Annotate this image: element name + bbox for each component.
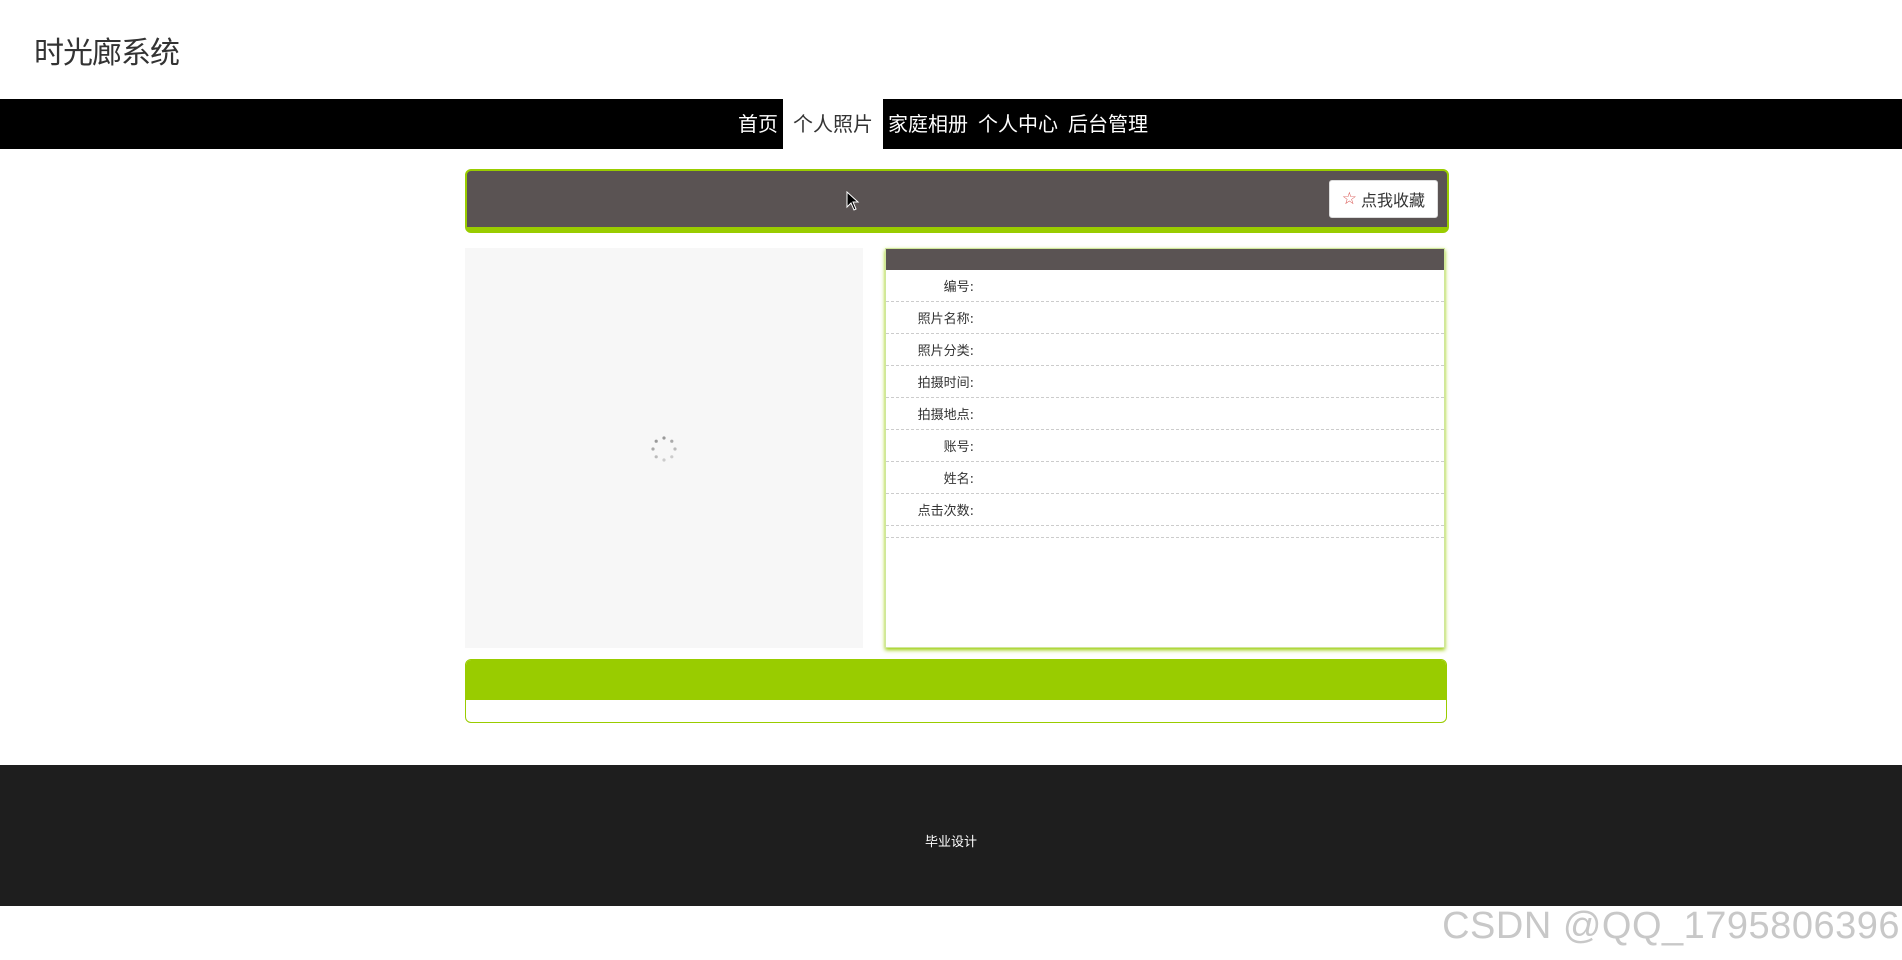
- detail-label: 拍摄地点:: [917, 408, 974, 423]
- detail-row-account: 账号:: [886, 430, 1444, 462]
- detail-label: 照片分类:: [917, 344, 974, 359]
- detail-label: 照片名称:: [917, 312, 974, 327]
- collect-bar: ☆ 点我收藏: [465, 169, 1449, 233]
- details-header: [886, 249, 1444, 270]
- photo-details: 编号: 照片名称: 照片分类: 拍摄时间: 拍摄地点: 账号: 姓名: 点击次数…: [885, 248, 1445, 648]
- loading-spinner-icon: [651, 436, 677, 462]
- page: 时光廊系统 首页 个人照片 家庭相册 个人中心 后台管理 ☆ 点我收藏 编号: …: [0, 0, 1902, 960]
- watermark: CSDN @QQ_1795806396: [1442, 905, 1900, 947]
- site-title: 时光廊系统: [34, 36, 180, 71]
- detail-row-photo-name: 照片名称:: [886, 302, 1444, 334]
- detail-row-name: 姓名:: [886, 462, 1444, 494]
- footer: 毕业设计: [0, 765, 1902, 906]
- nav-item-home[interactable]: 首页: [733, 99, 783, 149]
- nav-items: 首页 个人照片 家庭相册 个人中心 后台管理: [733, 99, 1153, 149]
- detail-row-photo-category: 照片分类:: [886, 334, 1444, 366]
- main-nav: 首页 个人照片 家庭相册 个人中心 后台管理: [0, 99, 1902, 149]
- photo-preview: [465, 248, 863, 648]
- detail-label: 编号:: [943, 280, 974, 295]
- detail-label: 姓名:: [943, 472, 974, 487]
- detail-row-click-count: 点击次数:: [886, 494, 1444, 526]
- footer-text: 毕业设计: [924, 835, 977, 850]
- comment-section: [465, 659, 1447, 723]
- collect-button-label: 点我收藏: [1360, 191, 1425, 210]
- comment-section-header: [466, 660, 1446, 700]
- nav-item-admin[interactable]: 后台管理: [1063, 99, 1153, 149]
- detail-row-shoot-location: 拍摄地点:: [886, 398, 1444, 430]
- collect-button[interactable]: ☆ 点我收藏: [1328, 180, 1438, 218]
- star-icon: ☆: [1341, 188, 1357, 209]
- detail-label: 账号:: [943, 440, 974, 455]
- detail-row-id: 编号:: [886, 270, 1444, 302]
- detail-row-spacer: [886, 526, 1444, 538]
- nav-item-family-album[interactable]: 家庭相册: [883, 99, 973, 149]
- mouse-cursor-icon: [846, 191, 860, 211]
- detail-label: 点击次数:: [917, 504, 974, 519]
- detail-row-shoot-time: 拍摄时间:: [886, 366, 1444, 398]
- detail-label: 拍摄时间:: [917, 376, 974, 391]
- nav-item-personal-center[interactable]: 个人中心: [973, 99, 1063, 149]
- nav-item-personal-photos[interactable]: 个人照片: [783, 99, 883, 149]
